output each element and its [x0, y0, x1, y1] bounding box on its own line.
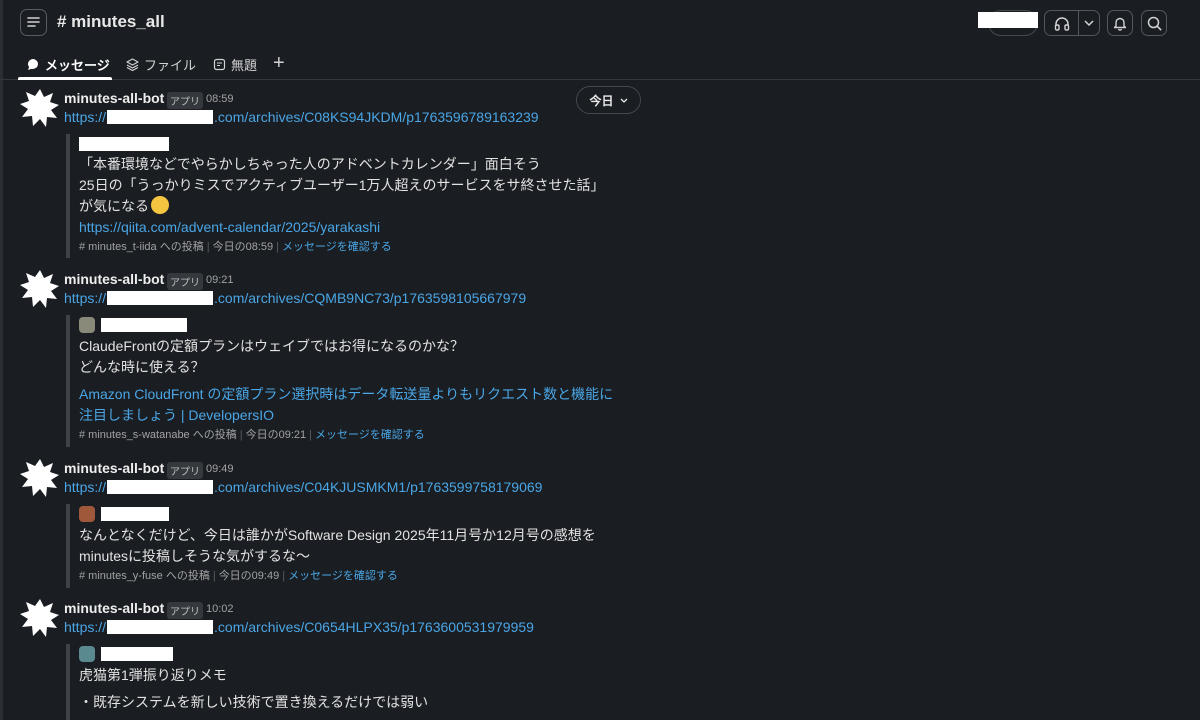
redacted-block [107, 480, 214, 494]
redacted-block [79, 137, 169, 151]
source-time[interactable]: 今日の09:49 [219, 570, 280, 582]
quote-line: minutesに投稿しそうな気がするな〜 [79, 548, 311, 564]
channel-header: # minutes_all [0, 0, 1200, 46]
quote-author [79, 644, 428, 664]
author-name[interactable]: minutes-all-bot [64, 271, 164, 287]
timestamp[interactable]: 08:59 [206, 93, 234, 105]
date-label: 今日 [589, 93, 614, 108]
quote-line: ClaudeFrontの定額プランはウェイブではお得になるのかな？ [79, 338, 465, 354]
layers-icon [126, 57, 139, 71]
archive-link[interactable]: https:// .com/archives/C08KS94JKDM/p1763… [64, 109, 539, 125]
channel-list-icon[interactable] [20, 9, 47, 36]
shushing-face-emoji [151, 196, 169, 214]
quote-line: ・既存システムを新しい技術で置き換えるだけでは弱い [79, 694, 429, 710]
redacted-block [107, 620, 214, 634]
tab-messages[interactable]: メッセージ [27, 54, 110, 74]
app-badge: アプリ [167, 462, 203, 479]
author-name[interactable]: minutes-all-bot [64, 600, 164, 616]
view-message-link[interactable]: メッセージを確認する [288, 570, 398, 582]
tab-files[interactable]: ファイル [126, 54, 196, 74]
url-prefix: https:// [64, 290, 107, 306]
user-avatar[interactable] [79, 646, 95, 662]
headphones-icon[interactable] [1045, 11, 1079, 35]
quote-footer: # minutes_s-watanabe への投稿 | 今日の09:21 | メッセージ… [79, 429, 425, 441]
date-divider-button[interactable]: 今日 [576, 86, 641, 114]
view-message-link[interactable]: メッセージを確認する [282, 241, 392, 253]
user-avatar[interactable] [79, 506, 95, 522]
redacted-block [107, 110, 214, 124]
source-time[interactable]: 今日の09:21 [246, 429, 307, 441]
quote-line: なんとなくだけど、今日は誰かがSoftware Design 2025年11月号… [79, 527, 596, 543]
chevron-down-icon[interactable] [1079, 11, 1099, 35]
tab-untitled[interactable]: 無題 [213, 54, 257, 74]
quote-link[interactable]: Amazon CloudFront の定額プラン選択時はデータ転送量よりもリクエ… [79, 384, 613, 405]
chevron-down-icon [620, 98, 627, 103]
url-suffix: .com/archives/CQMB9NC73/p176359810566797… [214, 290, 527, 306]
add-tab-icon[interactable]: + [273, 53, 285, 73]
quote-link[interactable]: 注目しましょう | DevelopersIO [79, 405, 613, 426]
redacted-block [978, 12, 1038, 28]
active-tab-indicator [18, 77, 112, 80]
redacted-block [107, 291, 214, 305]
avatar[interactable] [20, 458, 60, 498]
avatar[interactable] [20, 598, 60, 638]
source-time[interactable]: 今日の08:59 [213, 241, 274, 253]
archive-link[interactable]: https:// .com/archives/C0654HLPX35/p1763… [64, 619, 534, 635]
archive-link[interactable]: https:// .com/archives/C04KJUSMKM1/p1763… [64, 479, 542, 495]
quote-line: 「本番環境などでやらかしちゃった人のアドベントカレンダー」面白そう [79, 156, 541, 172]
tab-label: ファイル [144, 57, 197, 73]
timestamp[interactable]: 10:02 [206, 603, 234, 615]
quoted-message: 虎猫第1弾振り返りメモ ・既存システムを新しい技術で置き換えるだけでは弱い [66, 644, 428, 720]
quote-line: 25日の「うっかりミスでアクティブユーザー1万人超えのサービスをサ終させた話」 [79, 177, 605, 193]
avatar[interactable] [20, 269, 60, 309]
quoted-message: ClaudeFrontの定額プランはウェイブではお得になるのかな？ どんな時に使… [66, 315, 613, 447]
tab-label: メッセージ [45, 57, 110, 73]
archive-link[interactable]: https:// .com/archives/CQMB9NC73/p176359… [64, 290, 526, 306]
message-bubble-icon [28, 58, 38, 70]
quote-line: が気になる [79, 196, 605, 217]
tab-label: 無題 [231, 57, 258, 73]
quote-footer: # minutes_t-iida への投稿 | 今日の08:59 | メッセージを確認す… [79, 241, 392, 253]
channel-tabs: メッセージ ファイル 無題 [0, 46, 1200, 80]
url-suffix: .com/archives/C04KJUSMKM1/p1763599758179… [214, 479, 543, 495]
timestamp[interactable]: 09:49 [206, 463, 234, 475]
quoted-message: 「本番環境などでやらかしちゃった人のアドベントカレンダー」面白そう 25日の「う… [66, 134, 605, 258]
source-channel[interactable]: # minutes_t-iida への投稿 [79, 241, 204, 253]
url-suffix: .com/archives/C08KS94JKDM/p1763596789163… [214, 109, 539, 125]
quote-author [79, 315, 613, 335]
url-prefix: https:// [64, 109, 107, 125]
quote-line: どんな時に使える？ [79, 359, 205, 375]
redacted-block [101, 318, 187, 332]
quote-author [79, 504, 596, 524]
quoted-message: なんとなくだけど、今日は誰かがSoftware Design 2025年11月号… [66, 504, 596, 588]
source-channel[interactable]: # minutes_y-fuse への投稿 [79, 570, 210, 582]
app-badge: アプリ [167, 273, 203, 290]
user-avatar[interactable] [79, 317, 95, 333]
huddle-button[interactable] [1044, 10, 1100, 36]
bell-icon[interactable] [1107, 10, 1133, 36]
search-icon[interactable] [1141, 10, 1167, 36]
redacted-block [101, 647, 173, 661]
url-prefix: https:// [64, 619, 107, 635]
url-suffix: .com/archives/C0654HLPX35/p1763600531979… [214, 619, 534, 635]
channel-title[interactable]: # minutes_all [57, 12, 165, 32]
author-name[interactable]: minutes-all-bot [64, 460, 164, 476]
quote-line: 虎猫第1弾振り返りメモ [79, 667, 227, 683]
source-channel[interactable]: # minutes_s-watanabe への投稿 [79, 429, 237, 441]
app-badge: アプリ [167, 92, 203, 109]
url-prefix: https:// [64, 479, 107, 495]
quote-author [79, 134, 605, 154]
author-name[interactable]: minutes-all-bot [64, 90, 164, 106]
canvas-doc-icon [213, 58, 226, 70]
app-badge: アプリ [167, 602, 203, 619]
timestamp[interactable]: 09:21 [206, 274, 234, 286]
window-edge [0, 0, 3, 720]
view-message-link[interactable]: メッセージを確認する [315, 429, 425, 441]
avatar[interactable] [20, 88, 60, 128]
redacted-block [101, 507, 169, 521]
quote-link[interactable]: https://qiita.com/advent-calendar/2025/y… [79, 217, 605, 238]
quote-footer: # minutes_y-fuse への投稿 | 今日の09:49 | メッセージを確認す… [79, 570, 398, 582]
